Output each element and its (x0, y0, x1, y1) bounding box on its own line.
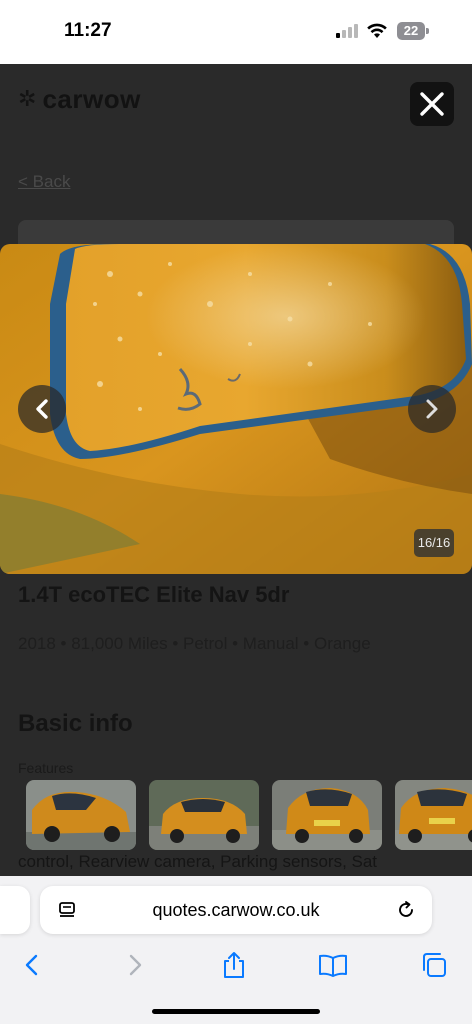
thumbnail-3[interactable] (272, 780, 382, 850)
previous-tab-edge[interactable] (0, 886, 30, 934)
tabs-icon (423, 953, 446, 977)
car-title: 1.4T ecoTEC Elite Nav 5dr (18, 582, 290, 607)
car-thumbnail-image (26, 780, 136, 850)
tabs-button[interactable] (419, 950, 449, 980)
next-image-button[interactable] (408, 385, 456, 433)
wifi-icon (367, 23, 387, 38)
thumbnail-1[interactable] (26, 780, 136, 850)
browser-toolbar: quotes.carwow.co.uk (0, 876, 472, 1024)
bookmarks-icon (319, 954, 347, 977)
reload-icon[interactable] (396, 900, 416, 920)
thumbnail-2[interactable] (149, 780, 259, 850)
close-button[interactable] (410, 82, 454, 126)
bookmarks-button[interactable] (318, 950, 348, 980)
gallery-main-image[interactable] (0, 244, 472, 574)
cellular-signal-icon (336, 24, 360, 38)
carwow-logo: ✲ carwow (18, 84, 141, 114)
thumbnail-4[interactable] (395, 780, 472, 850)
carwow-mark-icon: ✲ (18, 86, 37, 111)
share-icon (224, 952, 244, 978)
back-link[interactable]: < Back (18, 172, 70, 192)
image-counter: 16/16 (414, 529, 454, 557)
features-label: Features (18, 760, 74, 776)
thumbnail-strip[interactable] (26, 780, 472, 850)
car-thumbnail-image (272, 780, 382, 850)
car-thumbnail-image (395, 780, 472, 850)
share-button[interactable] (219, 950, 249, 980)
browser-nav-toolbar (0, 942, 472, 986)
battery-level: 22 (403, 23, 419, 38)
car-thumbnail-image (149, 780, 259, 850)
home-indicator (152, 1009, 320, 1014)
car-specs: 2018 • 81,000 Miles • Petrol • Manual • … (18, 634, 371, 653)
features-text: control, Rearview camera, Parking sensor… (18, 852, 378, 871)
status-time: 11:27 (64, 20, 112, 41)
chevron-right-icon (426, 399, 438, 419)
basic-info-heading: Basic info (18, 710, 133, 737)
forward-button[interactable] (120, 950, 150, 980)
close-icon (420, 92, 444, 116)
back-button[interactable] (17, 950, 47, 980)
forward-icon (129, 954, 142, 976)
status-bar: 11:27 22 (0, 0, 472, 64)
car-mirror-photo (0, 244, 472, 574)
logo-text: carwow (42, 83, 141, 114)
address-bar[interactable]: quotes.carwow.co.uk (40, 886, 432, 934)
url-text[interactable]: quotes.carwow.co.uk (40, 886, 432, 934)
chevron-left-icon (36, 399, 48, 419)
previous-image-button[interactable] (18, 385, 66, 433)
back-icon (25, 954, 38, 976)
battery-indicator: 22 (397, 22, 429, 40)
